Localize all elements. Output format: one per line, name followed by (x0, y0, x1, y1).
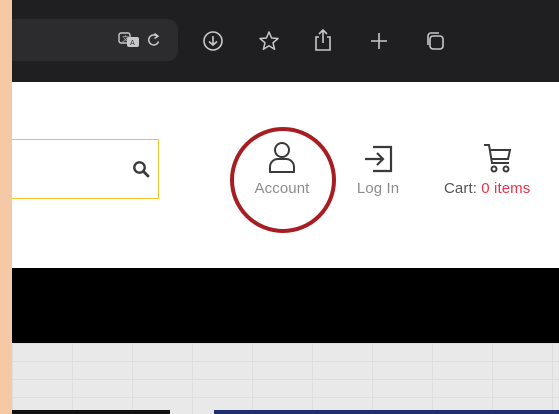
translate-icon[interactable]: 文 A (117, 30, 141, 50)
reload-icon[interactable] (144, 30, 164, 50)
nav-band (12, 268, 559, 343)
account-link[interactable]: Account (242, 140, 322, 197)
hero-bar-blue (214, 410, 559, 414)
site-header: Account Log In Cart: 0 items (12, 82, 559, 268)
cart-link[interactable]: Cart: 0 items (436, 142, 559, 197)
bookmark-star-icon[interactable] (256, 28, 282, 54)
cart-label: Cart: (444, 180, 478, 197)
login-label: Log In (356, 180, 400, 197)
browser-toolbar: 文 A (12, 0, 559, 82)
hero-banner (12, 343, 559, 414)
new-tab-plus-icon[interactable] (366, 28, 392, 54)
cart-count: 0 items (481, 180, 531, 197)
download-icon[interactable] (200, 28, 226, 54)
svg-text:A: A (130, 39, 135, 47)
svg-text:文: 文 (122, 34, 129, 43)
search-icon (133, 161, 150, 178)
search-button[interactable] (128, 156, 154, 182)
share-icon[interactable] (310, 26, 336, 54)
login-icon (365, 145, 393, 173)
user-icon (269, 142, 295, 173)
browser-window: 文 A Account Log In Cart: 0 items (12, 0, 559, 414)
tabs-overview-icon[interactable] (422, 28, 448, 54)
hero-bar-dark (12, 410, 170, 414)
cart-icon (483, 144, 511, 173)
login-link[interactable]: Log In (348, 144, 408, 197)
account-label: Account (254, 180, 310, 197)
search-input[interactable] (12, 139, 159, 199)
